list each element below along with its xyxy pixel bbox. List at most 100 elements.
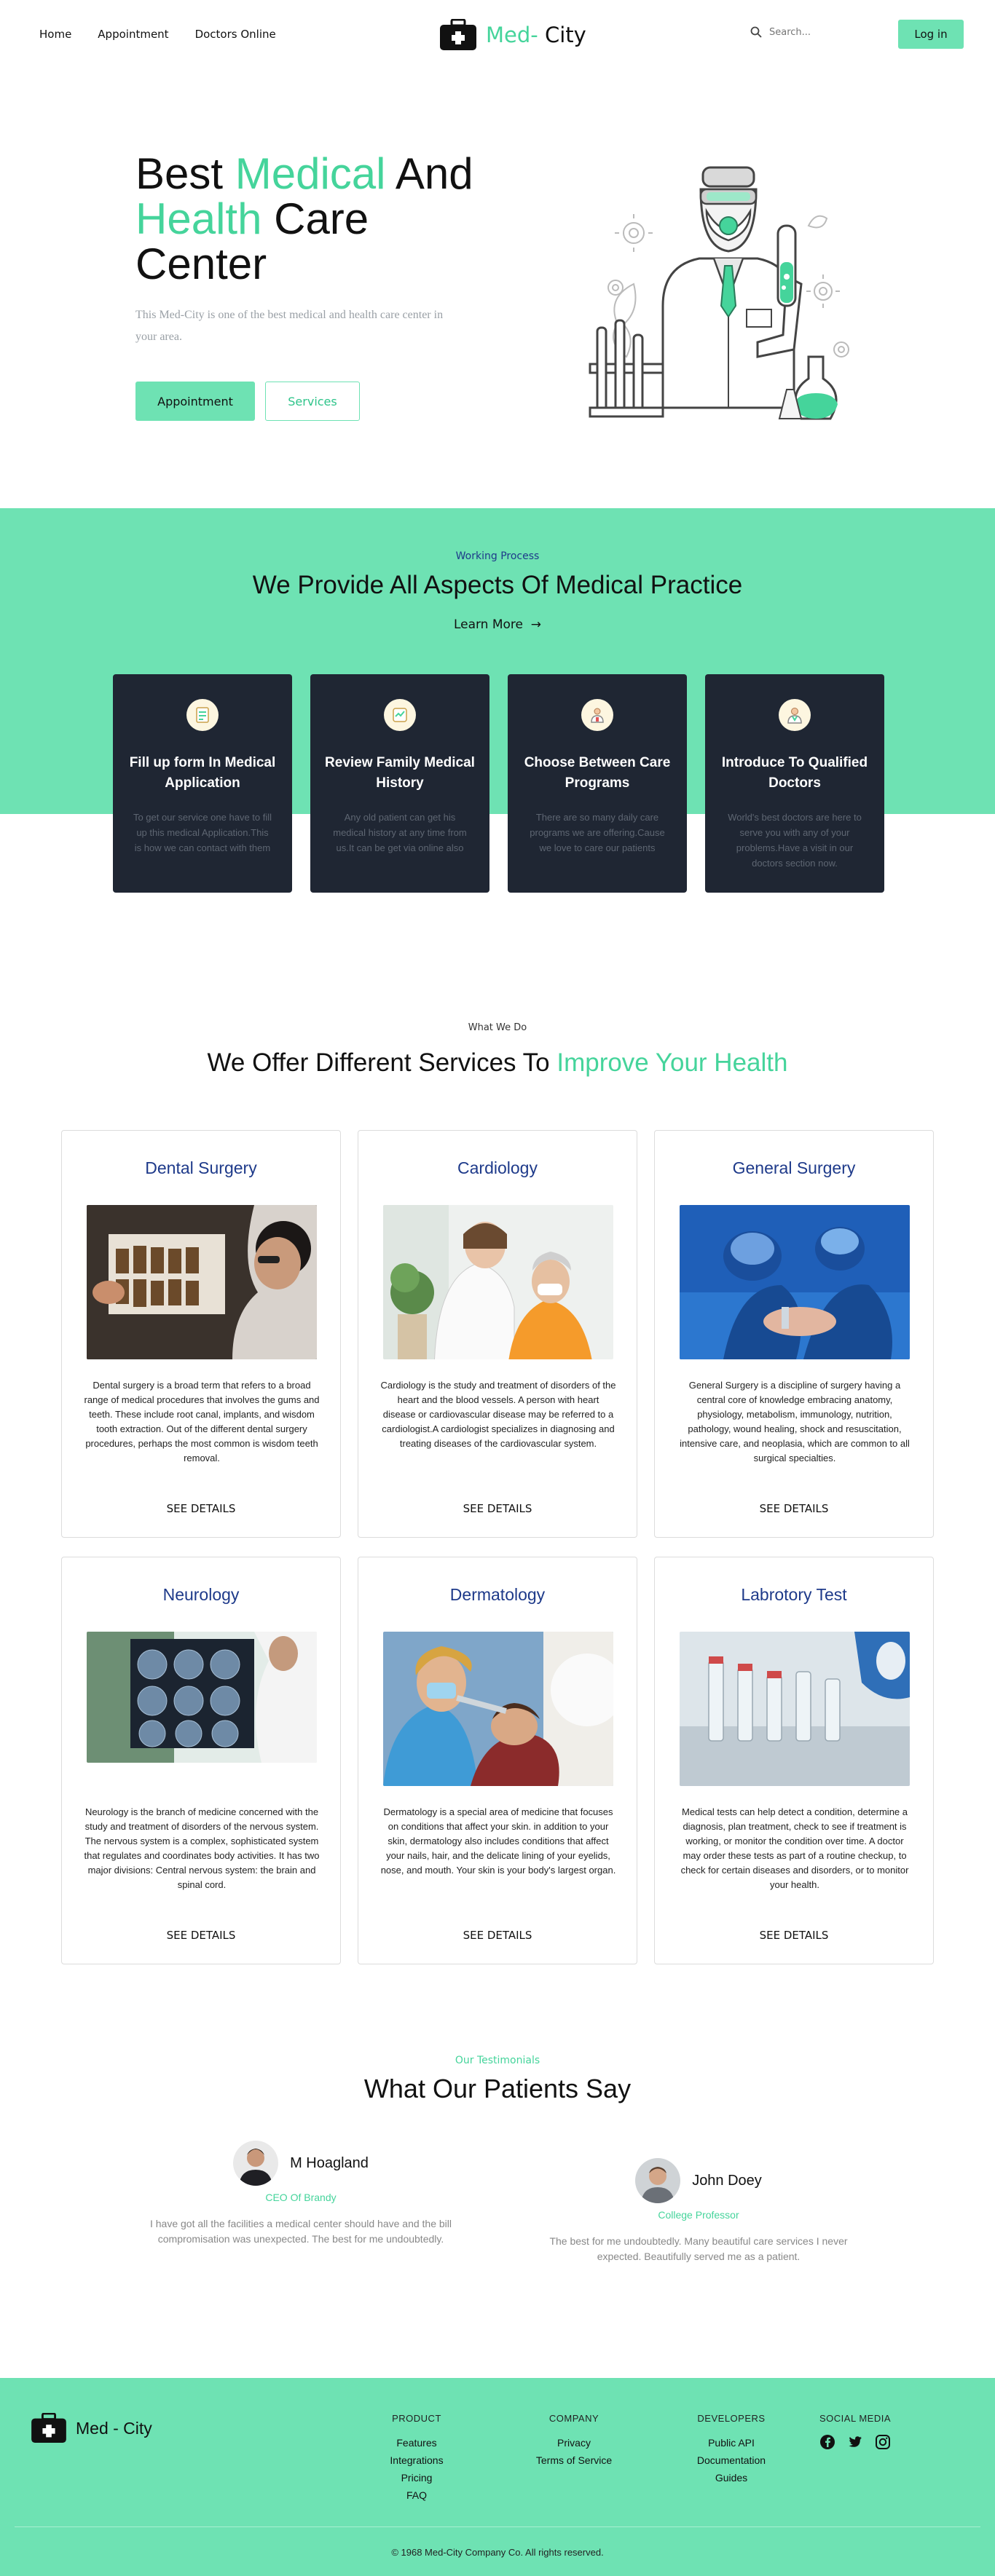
service-card-labrotory-test: Labrotory Test Medical tests can help de… (654, 1557, 934, 1964)
search-box (750, 26, 857, 38)
copyright-text: © 1968 Med-City Company Co. All rights r… (391, 2547, 604, 2558)
instagram-icon[interactable] (875, 2434, 891, 2450)
process-card: Review Family Medical History Any old pa… (310, 674, 489, 893)
service-card-general-surgery: General Surgery General Surgery is a dis… (654, 1130, 934, 1538)
service-card-title: Labrotory Test (741, 1585, 847, 1604)
testimonial-person: John Doey (535, 2158, 862, 2203)
top-nav: Home Appointment Doctors Online Med- Cit… (0, 0, 995, 70)
appointment-button[interactable]: Appointment (135, 382, 255, 421)
service-card-cardiology: Cardiology Cardiology is the study and t… (358, 1130, 637, 1538)
see-details-button[interactable]: SEE DETAILS (358, 1929, 637, 1942)
footer-brand-name: Med - City (76, 2418, 152, 2438)
footer-column-heading: COMPANY (548, 2413, 599, 2424)
testimonial-person: M Hoagland (137, 2141, 465, 2186)
footer-link-guides[interactable]: Guides (680, 2469, 782, 2486)
labrotory-test-image (680, 1632, 910, 1786)
footer-link-pricing[interactable]: Pricing (373, 2469, 460, 2486)
services-label: What We Do (468, 1022, 527, 1033)
hero-title-word: Care (261, 194, 369, 243)
process-card: Introduce To Qualified Doctors World's b… (705, 674, 884, 893)
nav-link-appointment[interactable]: Appointment (98, 28, 168, 41)
footer-column-social: SOCIAL MEDIA (810, 2413, 900, 2450)
testimonial-card: John Doey College Professor The best for… (535, 2158, 862, 2264)
twitter-icon[interactable] (847, 2434, 863, 2450)
process-card-title: Review Family Medical History (325, 755, 475, 791)
footer-column-heading: SOCIAL MEDIA (819, 2413, 891, 2424)
dermatology-image (383, 1632, 613, 1786)
process-title: We Provide All Aspects Of Medical Practi… (252, 571, 743, 599)
service-card-dental-surgery: Dental Surgery Dental surgery is a broad… (61, 1130, 341, 1538)
services-title-highlight: Improve Your Health (557, 1048, 788, 1077)
footer-link-public-api[interactable]: Public API (680, 2434, 782, 2451)
testimonial-name: M Hoagland (290, 2154, 369, 2171)
footer-column-company: COMPANY Privacy Terms of Service (523, 2413, 625, 2469)
dental-surgery-image (87, 1205, 317, 1359)
footer-link-privacy[interactable]: Privacy (523, 2434, 625, 2451)
nav-links: Home Appointment Doctors Online (39, 28, 276, 41)
process-cards: Fill up form In Medical Application To g… (113, 674, 884, 893)
search-icon[interactable] (750, 26, 762, 38)
see-details-button[interactable]: SEE DETAILS (655, 1929, 933, 1942)
services-button[interactable]: Services (265, 382, 360, 421)
see-details-button[interactable]: SEE DETAILS (62, 1929, 340, 1942)
hero-title-word: And (385, 149, 473, 198)
process-card-text: Any old patient can get his medical hist… (333, 812, 467, 853)
process-card-text: There are so many daily care programs we… (530, 812, 665, 853)
nav-link-home[interactable]: Home (39, 28, 71, 41)
brand-name: Med- City (486, 23, 586, 47)
hero-title-highlight: Health (135, 194, 262, 243)
brand-logo[interactable]: Med- City (439, 19, 586, 51)
testimonials-title: What Our Patients Say (363, 2074, 632, 2103)
footer-link-integrations[interactable]: Integrations (373, 2451, 460, 2469)
footer-brand[interactable]: Med - City (31, 2413, 152, 2443)
hero-title: Best Medical And Health Care Center (135, 151, 500, 287)
process-card-text: To get our service one have to fill up t… (133, 812, 272, 853)
footer-link-features[interactable]: Features (373, 2434, 460, 2451)
testimonial-quote: I have got all the facilities a medical … (149, 2218, 452, 2245)
nav-link-doctors-online[interactable]: Doctors Online (195, 28, 276, 41)
service-card-text: Medical tests can help detect a conditio… (680, 1806, 909, 1890)
process-card: Fill up form In Medical Application To g… (113, 674, 292, 893)
process-card-title: Introduce To Qualified Doctors (721, 755, 868, 791)
footer-link-faq[interactable]: FAQ (373, 2486, 460, 2504)
testimonial-role: CEO Of Brandy (265, 2192, 337, 2203)
service-card-title: Dental Surgery (145, 1158, 257, 1177)
avatar (635, 2158, 681, 2203)
social-icons (810, 2434, 900, 2450)
service-card-text: Cardiology is the study and treatment of… (380, 1380, 616, 1449)
service-card-title: Dermatology (449, 1585, 546, 1604)
doctor-illustration (589, 166, 849, 420)
search-input[interactable] (769, 26, 857, 38)
footer-link-documentation[interactable]: Documentation (680, 2451, 782, 2469)
general-surgery-image (680, 1205, 910, 1359)
see-details-button[interactable]: SEE DETAILS (358, 1502, 637, 1515)
process-label: Working Process (455, 550, 540, 562)
neurology-image (87, 1632, 317, 1763)
footer-column-heading: DEVELOPERS (697, 2413, 766, 2424)
login-button[interactable]: Log in (898, 20, 964, 49)
brand-name-part1: Med- (486, 23, 538, 47)
footer-column-heading: PRODUCT (392, 2413, 441, 2424)
learn-more-label: Learn More (453, 617, 523, 632)
doctor-icon (779, 699, 811, 731)
arrow-right-icon: → (527, 617, 542, 632)
testimonial-quote: The best for me undoubtedly. Many beauti… (549, 2235, 848, 2262)
hero-title-highlight: Medical (235, 149, 386, 198)
see-details-button[interactable]: SEE DETAILS (62, 1502, 340, 1515)
facebook-icon[interactable] (819, 2434, 835, 2450)
hero-subtitle: This Med-City is one of the best medical… (135, 309, 444, 343)
avatar (233, 2141, 279, 2186)
care-icon (581, 699, 613, 731)
form-icon (186, 699, 219, 731)
footer-divider (15, 2526, 980, 2527)
history-icon (384, 699, 416, 731)
footer: Med - City PRODUCT Features Integrations… (0, 2378, 995, 2576)
learn-more-link[interactable]: Learn More → (0, 617, 995, 632)
service-card-neurology: Neurology Neurology is the branch of med… (61, 1557, 341, 1964)
see-details-button[interactable]: SEE DETAILS (655, 1502, 933, 1515)
footer-column-product: PRODUCT Features Integrations Pricing FA… (373, 2413, 460, 2504)
medical-kit-icon (31, 2413, 66, 2443)
services-title-part1: We Offer Different Services To (207, 1048, 557, 1077)
footer-link-terms[interactable]: Terms of Service (523, 2451, 625, 2469)
process-card-text: World's best doctors are here to serve y… (728, 812, 862, 869)
